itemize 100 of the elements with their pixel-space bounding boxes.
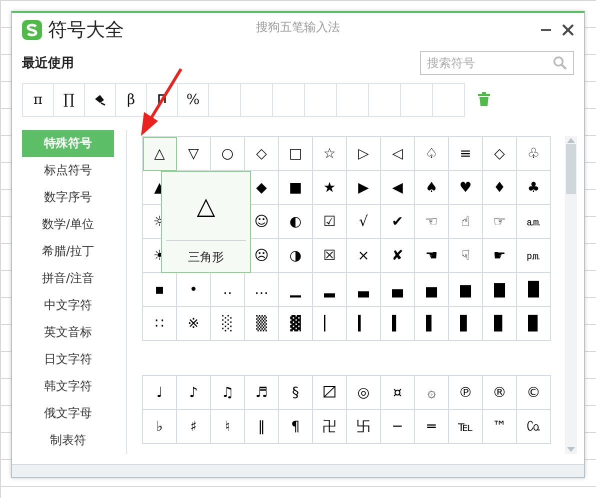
symbol-cell[interactable]: ☒ <box>313 239 347 273</box>
category-item[interactable]: 中文字符 <box>22 292 114 319</box>
symbol-cell[interactable]: △ <box>143 137 177 171</box>
symbol-cell[interactable]: ▒ <box>245 307 279 341</box>
symbol-cell[interactable]: ㏂ <box>517 205 551 239</box>
symbol-cell[interactable]: ۞ <box>415 376 449 410</box>
symbol-cell[interactable]: ☟ <box>449 239 483 273</box>
symbol-cell[interactable]: ® <box>483 376 517 410</box>
symbol-cell[interactable]: ℗ <box>449 376 483 410</box>
symbol-cell[interactable]: ▆ <box>449 273 483 307</box>
symbol-cell[interactable]: ◇ <box>245 137 279 171</box>
symbol-cell[interactable]: • <box>177 273 211 307</box>
symbol-cell[interactable]: ♣ <box>517 171 551 205</box>
symbol-cell[interactable]: ═ <box>415 410 449 444</box>
symbol-cell[interactable]: ▏ <box>313 307 347 341</box>
symbol-cell[interactable]: ▅ <box>415 273 449 307</box>
search-field[interactable]: 搜索符号 <box>420 51 574 75</box>
symbol-cell[interactable]: × <box>347 239 381 273</box>
symbol-cell[interactable]: ☞ <box>483 205 517 239</box>
symbol-cell[interactable]: ‥ <box>211 273 245 307</box>
category-item[interactable]: 拼音/注音 <box>22 265 114 292</box>
close-button[interactable] <box>560 22 576 38</box>
symbol-cell[interactable]: √ <box>347 205 381 239</box>
symbol-cell[interactable]: § <box>279 376 313 410</box>
symbol-cell[interactable]: ♯ <box>177 410 211 444</box>
symbol-cell[interactable]: ─ <box>381 410 415 444</box>
symbol-cell[interactable]: ☑ <box>313 205 347 239</box>
symbol-cell[interactable]: ♠ <box>415 171 449 205</box>
category-item[interactable]: 希腊/拉丁 <box>22 238 114 265</box>
symbol-cell[interactable]: ▓ <box>279 307 313 341</box>
symbol-cell[interactable]: ™ <box>483 410 517 444</box>
symbol-cell[interactable]: ▽ <box>177 137 211 171</box>
category-item[interactable]: 数学/单位 <box>22 211 114 238</box>
symbol-cell[interactable]: … <box>245 273 279 307</box>
symbol-cell[interactable]: ♫ <box>211 376 245 410</box>
category-item[interactable]: 制表符 <box>22 427 114 454</box>
symbol-cell[interactable]: ░ <box>211 307 245 341</box>
scroll-thumb[interactable] <box>566 144 576 194</box>
symbol-cell[interactable]: ♬ <box>245 376 279 410</box>
symbol-cell[interactable]: ▋ <box>449 307 483 341</box>
symbol-cell[interactable]: ◎ <box>347 376 381 410</box>
symbol-cell[interactable]: ∷ <box>143 307 177 341</box>
symbol-cell[interactable]: ▉ <box>517 307 551 341</box>
symbol-cell[interactable]: 卐 <box>347 410 381 444</box>
symbol-cell[interactable]: ✘ <box>381 239 415 273</box>
symbol-cell[interactable]: █ <box>517 273 551 307</box>
symbol-cell[interactable]: ℡ <box>449 410 483 444</box>
symbol-cell[interactable]: ♮ <box>211 410 245 444</box>
symbol-cell[interactable]: ♤ <box>415 137 449 171</box>
symbol-cell[interactable]: ¶ <box>279 410 313 444</box>
category-item[interactable]: 标点符号 <box>22 157 114 184</box>
symbol-cell[interactable]: ▂ <box>313 273 347 307</box>
symbol-cell[interactable]: ♪ <box>177 376 211 410</box>
symbol-cell[interactable]: ☜ <box>415 205 449 239</box>
symbol-cell[interactable]: ☝ <box>449 205 483 239</box>
category-item[interactable]: 俄文字母 <box>22 400 114 427</box>
scroll-down-icon[interactable] <box>566 446 576 454</box>
symbol-cell[interactable]: 〼 <box>313 376 347 410</box>
category-item[interactable]: 韩文字符 <box>22 373 114 400</box>
symbol-cell[interactable]: □ <box>279 137 313 171</box>
symbol-cell[interactable]: ▶ <box>347 171 381 205</box>
symbol-cell[interactable]: © <box>517 376 551 410</box>
symbol-cell[interactable]: ♧ <box>517 137 551 171</box>
symbol-cell[interactable]: ▍ <box>381 307 415 341</box>
symbol-cell[interactable]: ▷ <box>347 137 381 171</box>
symbol-cell[interactable]: ≡ <box>449 137 483 171</box>
category-item[interactable]: 数字序号 <box>22 184 114 211</box>
symbol-cell[interactable]: ✔ <box>381 205 415 239</box>
symbol-cell[interactable]: ☚ <box>415 239 449 273</box>
symbol-cell[interactable]: ☛ <box>483 239 517 273</box>
trash-icon[interactable] <box>477 92 491 108</box>
symbol-cell[interactable]: ♦ <box>483 171 517 205</box>
symbol-cell[interactable]: ♭ <box>143 410 177 444</box>
symbol-cell[interactable]: ▁ <box>279 273 313 307</box>
symbol-cell[interactable]: ▊ <box>483 307 517 341</box>
symbol-cell[interactable]: ◀ <box>381 171 415 205</box>
symbol-cell[interactable]: ▌ <box>415 307 449 341</box>
symbol-cell[interactable]: ▃ <box>347 273 381 307</box>
symbol-cell[interactable]: ‖ <box>245 410 279 444</box>
symbol-cell[interactable]: ■ <box>279 171 313 205</box>
symbol-cell[interactable]: ◁ <box>381 137 415 171</box>
symbol-cell[interactable]: ♩ <box>143 376 177 410</box>
symbol-cell[interactable]: ◐ <box>279 205 313 239</box>
symbol-cell[interactable]: ¤ <box>381 376 415 410</box>
symbol-cell[interactable]: ㏇ <box>517 410 551 444</box>
category-item[interactable]: 日文字符 <box>22 346 114 373</box>
symbol-cell[interactable]: ○ <box>211 137 245 171</box>
symbol-cell[interactable]: ※ <box>177 307 211 341</box>
symbol-cell[interactable]: ♥ <box>449 171 483 205</box>
symbol-cell[interactable]: ▪ <box>143 273 177 307</box>
symbol-cell[interactable]: ◇ <box>483 137 517 171</box>
symbol-cell[interactable]: ㏘ <box>517 239 551 273</box>
category-item[interactable]: 英文音标 <box>22 319 114 346</box>
symbol-cell[interactable]: 卍 <box>313 410 347 444</box>
symbol-cell[interactable]: ▄ <box>381 273 415 307</box>
symbol-cell[interactable]: ▇ <box>483 273 517 307</box>
symbol-cell[interactable]: ▎ <box>347 307 381 341</box>
scrollbar[interactable] <box>565 136 577 454</box>
symbol-cell[interactable]: ☆ <box>313 137 347 171</box>
symbol-cell[interactable]: ★ <box>313 171 347 205</box>
